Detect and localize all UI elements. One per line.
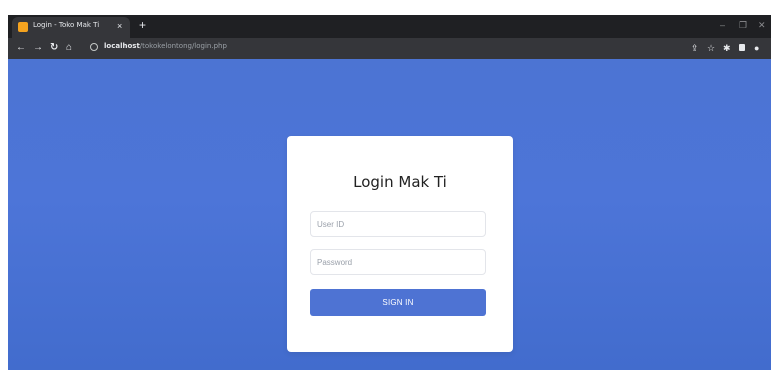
new-tab-button[interactable]: +: [139, 17, 146, 33]
favicon-icon: [18, 22, 28, 32]
profile-icon[interactable]: ●: [754, 42, 759, 54]
login-card: Login Mak Ti SIGN IN: [287, 136, 513, 352]
home-icon[interactable]: ⌂: [66, 41, 72, 55]
back-arrow-icon[interactable]: ←: [16, 41, 26, 55]
url-host: localhost: [104, 42, 140, 50]
forward-arrow-icon[interactable]: →: [33, 41, 43, 55]
star-icon[interactable]: ☆: [707, 42, 715, 54]
minimize-icon[interactable]: –: [720, 19, 725, 31]
url-path: /tokokelontong/login.php: [139, 42, 227, 50]
tab-close-icon[interactable]: ×: [117, 19, 122, 33]
login-title: Login Mak Ti: [353, 173, 447, 191]
info-icon[interactable]: [90, 43, 98, 51]
share-icon[interactable]: ⇪: [691, 42, 699, 54]
reload-icon[interactable]: ↻: [50, 41, 58, 55]
tab-strip: Login - Toko Mak Ti × + – ❐ ✕: [8, 15, 771, 38]
tab-title: Login - Toko Mak Ti: [33, 21, 100, 29]
close-window-icon[interactable]: ✕: [758, 19, 766, 31]
password-input[interactable]: [310, 249, 486, 275]
sidepanel-icon[interactable]: [739, 44, 745, 51]
restore-icon[interactable]: ❐: [739, 19, 747, 31]
page-viewport: Login Mak Ti SIGN IN: [8, 59, 771, 370]
tab-login[interactable]: Login - Toko Mak Ti ×: [12, 17, 130, 38]
signin-button[interactable]: SIGN IN: [310, 289, 486, 316]
url-text[interactable]: localhost/tokokelontong/login.php: [104, 42, 227, 50]
puzzle-icon[interactable]: ✱: [723, 42, 731, 54]
browser-window: Login - Toko Mak Ti × + – ❐ ✕ ← → ↻ ⌂ lo…: [8, 15, 771, 370]
browser-toolbar: ← → ↻ ⌂ localhost/tokokelontong/login.ph…: [8, 38, 771, 59]
userid-input[interactable]: [310, 211, 486, 237]
